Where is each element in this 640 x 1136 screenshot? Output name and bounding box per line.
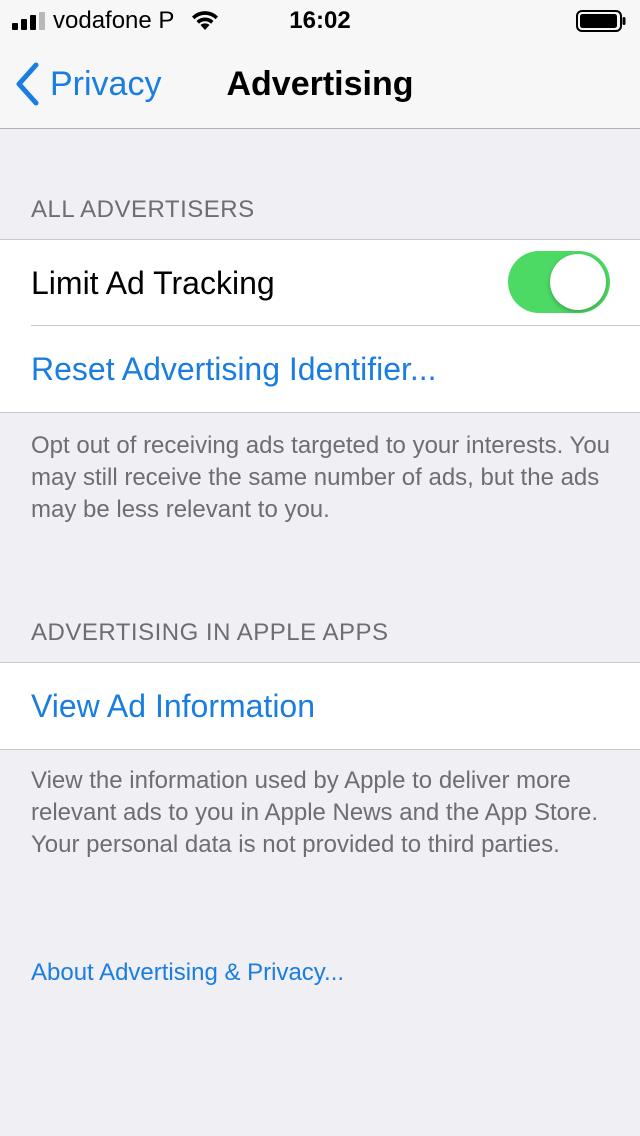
all-advertisers-group: Limit Ad Tracking Reset Advertising Iden… — [0, 239, 640, 413]
view-ad-information-row[interactable]: View Ad Information — [0, 663, 640, 749]
apple-apps-footer: View the information used by Apple to de… — [31, 767, 599, 858]
section-header-apple-apps: ADVERTISING IN APPLE APPS — [31, 619, 389, 646]
page-title: Advertising — [226, 65, 414, 103]
status-time: 16:02 — [289, 7, 351, 34]
view-ad-information-link[interactable]: View Ad Information — [31, 687, 315, 725]
toggle-knob — [550, 254, 606, 310]
limit-ad-tracking-label: Limit Ad Tracking — [31, 265, 275, 301]
battery-icon — [576, 10, 626, 32]
navigation-bar: Privacy Advertising — [0, 40, 640, 129]
reset-advertising-identifier-row[interactable]: Reset Advertising Identifier... — [0, 326, 640, 412]
limit-ad-tracking-toggle[interactable] — [508, 251, 610, 313]
about-advertising-privacy-link[interactable]: About Advertising & Privacy... — [31, 958, 344, 988]
apple-apps-group: View Ad Information — [0, 662, 640, 750]
reset-advertising-identifier-link[interactable]: Reset Advertising Identifier... — [31, 350, 437, 388]
all-advertisers-footer: Opt out of receiving ads targeted to you… — [31, 432, 611, 523]
status-bar: vodafone P 16:02 — [0, 0, 640, 40]
section-header-all-advertisers: ALL ADVERTISERS — [31, 196, 255, 223]
limit-ad-tracking-row: Limit Ad Tracking — [0, 240, 640, 326]
